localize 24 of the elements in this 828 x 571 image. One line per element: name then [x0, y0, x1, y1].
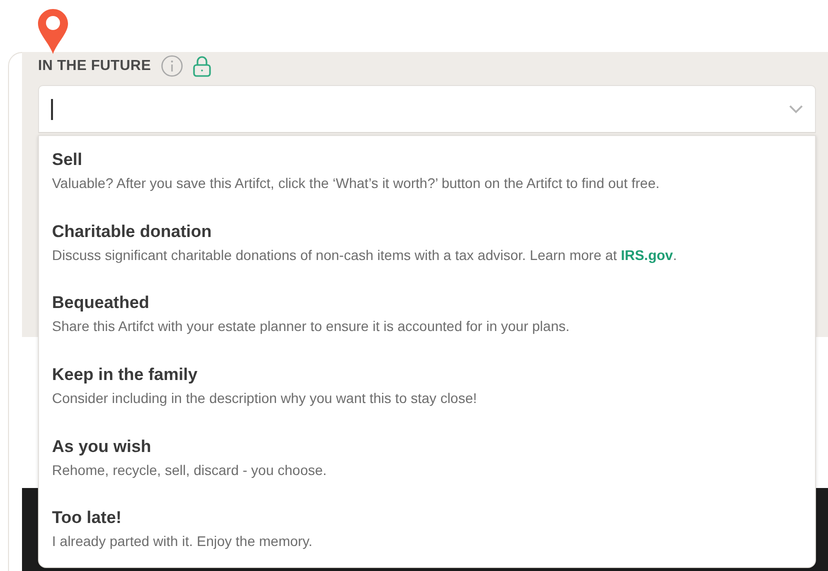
dropdown-option[interactable]: Bequeathed Share this Artifct with your estate planner to ensure it is accounted for in your plans. [39, 293, 815, 366]
dropdown-option[interactable]: As you wish Rehome, recycle, sell, discard - you choose. [39, 436, 815, 508]
option-title: Bequeathed [52, 293, 150, 314]
option-title: Too late! [52, 508, 122, 528]
dropdown-option[interactable]: Too late! I already parted with it. Enjoy the memory. [39, 508, 815, 571]
option-description: Valuable? After you save this Artifct, click the ‘What’s it worth?’ button on the Artifct to find out free. [52, 175, 660, 191]
map-pin-icon [37, 8, 69, 55]
option-title: Sell [52, 150, 82, 170]
option-title: Keep in the family [52, 365, 198, 386]
option-title: Charitable donation [52, 222, 212, 242]
dropdown-option[interactable]: Sell Valuable? After you save this Artifct, click the ‘What’s it worth?’ button on the Artifct to find out free. [39, 150, 815, 222]
chevron-icon [789, 104, 803, 114]
option-description: I already parted with it. Enjoy the memory. [52, 533, 312, 550]
dropdown-option[interactable]: Keep in the family Consider including in the description why you want this to stay close! [39, 365, 815, 437]
option-description: Consider including in the description why you want this to stay close! [52, 390, 477, 406]
lock-icon[interactable] [192, 55, 211, 77]
info-icon[interactable] [160, 55, 183, 77]
field-label: IN THE FUTURE [38, 58, 151, 74]
dropdown-option[interactable]: Charitable donation Discuss significant charitable donations of non-cash items with a tax advisor. Learn more at IRS.gov. [39, 222, 815, 294]
select-field[interactable] [38, 85, 816, 133]
option-description: Rehome, recycle, sell, discard - you choose. [52, 462, 327, 478]
option-title: As you wish [52, 436, 152, 457]
option-description: Discuss significant charitable donations of non-cash items with a tax advisor. Learn more at IRS.gov. [52, 246, 677, 263]
option-description: Share this Artifct with your estate planner to ensure it is accounted for in your plans. [52, 318, 570, 334]
